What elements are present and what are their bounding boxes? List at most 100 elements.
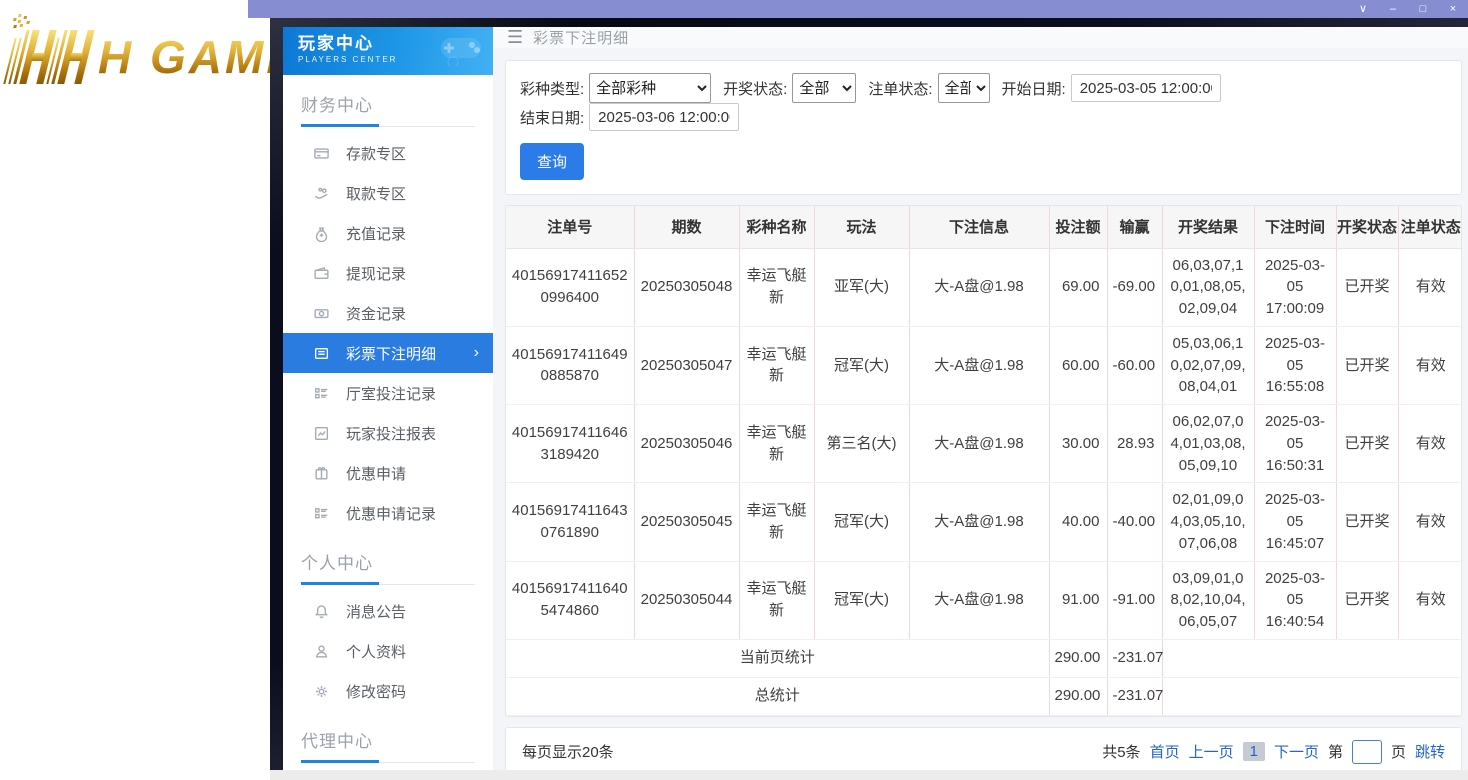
end-date-input[interactable] — [589, 103, 739, 131]
minimize-button[interactable]: – — [1378, 0, 1408, 18]
jump-prefix-label: 第 — [1328, 741, 1343, 762]
sidebar-item[interactable]: 优惠申请记录 — [283, 493, 493, 533]
total-count-text: 共5条 — [1102, 741, 1140, 762]
bets-table: 注单号期数彩种名称玩法下注信息投注额输赢开奖结果下注时间开奖状态注单状态 401… — [506, 206, 1462, 716]
bet-status-select[interactable]: 全部 — [938, 73, 990, 103]
list-icon — [313, 505, 330, 522]
maximize-button[interactable]: □ — [1408, 0, 1438, 18]
section-title: 个人中心 — [283, 533, 493, 574]
sidebar: 玩家中心 PLAYERS CENTER 财务中心存款专区取款专区充值记录提现记录… — [283, 27, 493, 770]
table-cell: 401569174116463189420 — [506, 405, 634, 483]
window-border-bottom — [270, 770, 1468, 780]
table-cell: 冠军(大) — [814, 483, 909, 561]
table-cell: 有效 — [1398, 405, 1462, 483]
column-header: 输赢 — [1107, 206, 1162, 248]
wallet-icon — [313, 265, 330, 282]
sidebar-item[interactable]: 充值记录 — [283, 213, 493, 253]
sidebar-item[interactable]: 消息公告 — [283, 591, 493, 631]
table-cell: 幸运飞艇新 — [739, 561, 814, 639]
table-cell: 28.93 — [1107, 405, 1162, 483]
sidebar-item-label: 提现记录 — [346, 263, 406, 284]
section-title: 财务中心 — [283, 75, 493, 116]
bet-status-label: 注单状态: — [868, 78, 932, 99]
window-titlebar: ∨ – □ × — [248, 0, 1468, 18]
start-date-input[interactable] — [1071, 74, 1221, 102]
table-cell: 401569174116490885870 — [506, 326, 634, 404]
chevron-down-icon[interactable]: ∨ — [1348, 0, 1378, 18]
sidebar-item[interactable]: 修改密码 — [283, 671, 493, 711]
lottery-type-select[interactable]: 全部彩种 — [589, 73, 711, 103]
current-page-indicator[interactable]: 1 — [1243, 742, 1265, 761]
table-cell: 401569174116430761890 — [506, 483, 634, 561]
table-cell: 已开奖 — [1336, 483, 1398, 561]
table-row: 40156917411652099640020250305048幸运飞艇新亚军(… — [506, 248, 1462, 326]
content-header: ☰ 彩票下注明细 — [493, 27, 1468, 48]
sidebar-item[interactable]: 玩家投注报表 — [283, 413, 493, 453]
table-cell: 有效 — [1398, 483, 1462, 561]
end-date-label: 结束日期: — [520, 107, 584, 128]
app-window: 玩家中心 PLAYERS CENTER 财务中心存款专区取款专区充值记录提现记录… — [270, 18, 1468, 780]
column-header: 彩种名称 — [739, 206, 814, 248]
table-cell: 亚军(大) — [814, 248, 909, 326]
column-header: 投注额 — [1049, 206, 1107, 248]
main-area: ☰ 彩票下注明细 彩种类型: 全部彩种 开奖状态: — [493, 27, 1468, 770]
table-cell: 20250305045 — [634, 483, 739, 561]
table-cell: 05,03,06,10,02,07,09,08,04,01 — [1162, 326, 1254, 404]
sidebar-item-label: 资金记录 — [346, 303, 406, 324]
sidebar-item[interactable]: 个人资料 — [283, 631, 493, 671]
table-cell: 40.00 — [1049, 483, 1107, 561]
jump-button[interactable]: 跳转 — [1415, 741, 1445, 762]
table-cell: 大-A盘@1.98 — [909, 248, 1049, 326]
card-icon — [313, 145, 330, 162]
table-cell: 20250305048 — [634, 248, 739, 326]
table-cell: 2025-03-05 16:55:08 — [1254, 326, 1336, 404]
sidebar-item-label: 玩家投注报表 — [346, 423, 436, 444]
summary-empty-cell — [1162, 639, 1462, 677]
section-title: 代理中心 — [283, 711, 493, 752]
column-header: 玩法 — [814, 206, 909, 248]
sidebar-item[interactable]: 资金记录 — [283, 293, 493, 333]
table-cell: 幸运飞艇新 — [739, 483, 814, 561]
next-page-link[interactable]: 下一页 — [1274, 741, 1319, 762]
sidebar-item[interactable]: 彩票下注明细› — [283, 333, 493, 373]
book-icon — [313, 345, 330, 362]
column-header: 注单号 — [506, 206, 634, 248]
summary-bet-total: 290.00 — [1049, 639, 1107, 677]
section-divider — [301, 124, 475, 127]
jump-page-input[interactable] — [1352, 740, 1382, 764]
table-cell: 06,03,07,10,01,08,05,02,09,04 — [1162, 248, 1254, 326]
table-cell: 幸运飞艇新 — [739, 405, 814, 483]
sidebar-item[interactable]: 优惠申请 — [283, 453, 493, 493]
section-divider — [301, 760, 475, 763]
bag-icon — [313, 225, 330, 242]
gamepad-icon — [439, 34, 485, 66]
close-button[interactable]: × — [1438, 0, 1468, 18]
summary-win-loss-total: -231.07 — [1107, 677, 1162, 715]
sidebar-item[interactable]: 取款专区 — [283, 173, 493, 213]
sidebar-item[interactable]: 存款专区 — [283, 133, 493, 173]
sidebar-item-label: 优惠申请 — [346, 463, 406, 484]
table-cell: 20250305046 — [634, 405, 739, 483]
menu-icon[interactable]: ☰ — [507, 27, 523, 48]
table-cell: 已开奖 — [1336, 326, 1398, 404]
sidebar-item[interactable]: 厅室投注记录 — [283, 373, 493, 413]
chart-icon — [313, 425, 330, 442]
prev-page-link[interactable]: 上一页 — [1189, 741, 1234, 762]
sidebar-item[interactable]: 提现记录 — [283, 253, 493, 293]
table-cell: 69.00 — [1049, 248, 1107, 326]
sidebar-item-label: 存款专区 — [346, 143, 406, 164]
summary-label: 当前页统计 — [506, 639, 1049, 677]
table-cell: 已开奖 — [1336, 248, 1398, 326]
first-page-link[interactable]: 首页 — [1150, 741, 1180, 762]
table-row: 40156917411646318942020250305046幸运飞艇新第三名… — [506, 405, 1462, 483]
sidebar-item-label: 厅室投注记录 — [346, 383, 436, 404]
summary-row: 总统计290.00-231.07 — [506, 677, 1462, 715]
sidebar-item[interactable]: 代理规则说明 — [283, 769, 493, 770]
table-row: 40156917411649088587020250305047幸运飞艇新冠军(… — [506, 326, 1462, 404]
query-button[interactable]: 查询 — [520, 143, 584, 180]
summary-win-loss-total: -231.07 — [1107, 639, 1162, 677]
sidebar-item-label: 优惠申请记录 — [346, 503, 436, 524]
column-header: 期数 — [634, 206, 739, 248]
section-divider — [301, 582, 475, 585]
draw-status-select[interactable]: 全部 — [792, 73, 856, 103]
